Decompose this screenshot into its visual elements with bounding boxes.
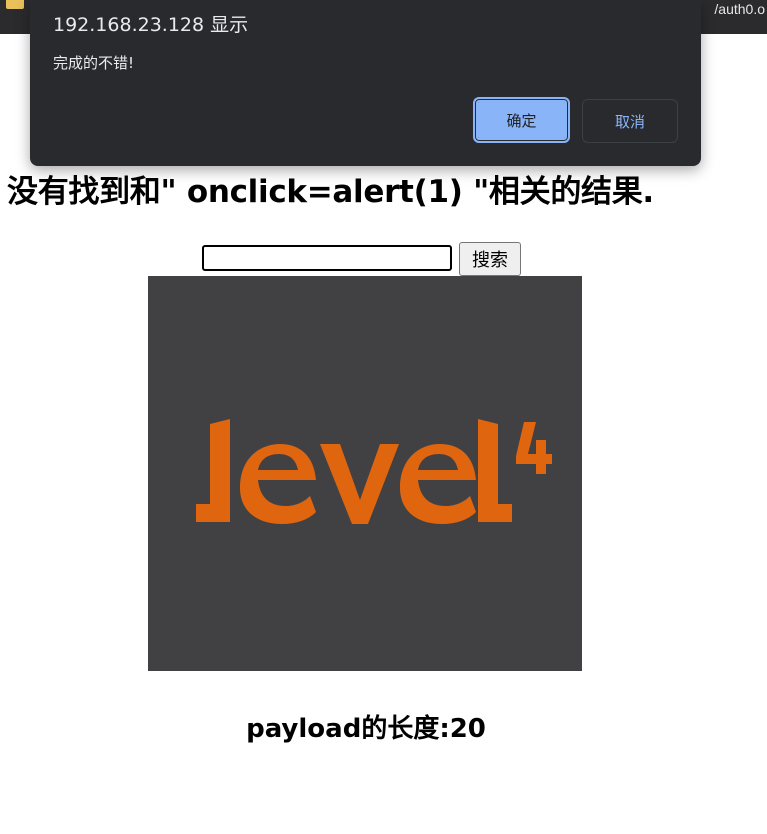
logo-letter-e1 bbox=[240, 444, 316, 524]
ok-button[interactable]: 确定 bbox=[473, 97, 570, 143]
logo-letter-e2 bbox=[400, 444, 476, 524]
level4-logo-image bbox=[148, 276, 582, 671]
cancel-button[interactable]: 取消 bbox=[582, 99, 678, 143]
level4-logo bbox=[196, 419, 552, 524]
payload-length: payload的长度:20 bbox=[246, 714, 486, 744]
logo-superscript-4 bbox=[516, 422, 552, 474]
dialog-message: 完成的不错! bbox=[53, 54, 135, 72]
logo-letter-v bbox=[320, 444, 399, 524]
logo-letter-l2 bbox=[478, 419, 512, 522]
result-heading: 没有找到和" onclick=alert(1) "相关的结果. bbox=[7, 174, 654, 210]
dialog-title: 192.168.23.128 显示 bbox=[53, 14, 249, 36]
folder-icon[interactable] bbox=[6, 0, 24, 9]
search-input[interactable] bbox=[202, 245, 452, 271]
address-bar-fragment[interactable]: /auth0.o bbox=[714, 0, 767, 18]
search-button[interactable]: 搜索 bbox=[459, 242, 521, 276]
search-form: 搜索 bbox=[202, 241, 521, 276]
logo-letter-l bbox=[196, 419, 230, 522]
alert-dialog: 192.168.23.128 显示 完成的不错! 确定 取消 bbox=[30, 0, 701, 166]
